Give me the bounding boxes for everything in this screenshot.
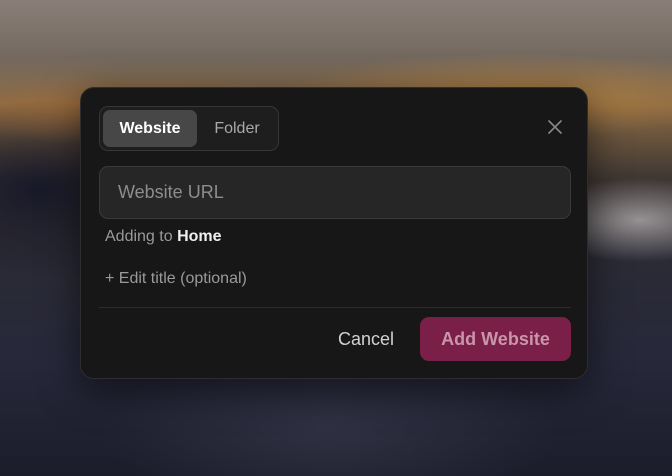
add-website-dialog: Website Folder Adding to Home + Edit tit… (80, 87, 588, 379)
type-segmented-control: Website Folder (99, 106, 279, 151)
tab-website-label: Website (119, 119, 181, 137)
cancel-button[interactable]: Cancel (327, 317, 405, 361)
website-url-input[interactable] (99, 166, 571, 219)
tab-folder-label: Folder (214, 119, 260, 137)
tab-folder[interactable]: Folder (197, 110, 277, 147)
close-button[interactable] (547, 119, 563, 135)
destination-prefix: Adding to (105, 228, 173, 245)
add-website-button[interactable]: Add Website (420, 317, 571, 361)
close-icon (548, 120, 562, 134)
footer-divider (99, 307, 571, 308)
destination-folder-name: Home (177, 228, 222, 245)
destination-text: Adding to Home (105, 228, 222, 246)
tab-website[interactable]: Website (103, 110, 197, 147)
edit-title-link[interactable]: + Edit title (optional) (105, 270, 247, 288)
